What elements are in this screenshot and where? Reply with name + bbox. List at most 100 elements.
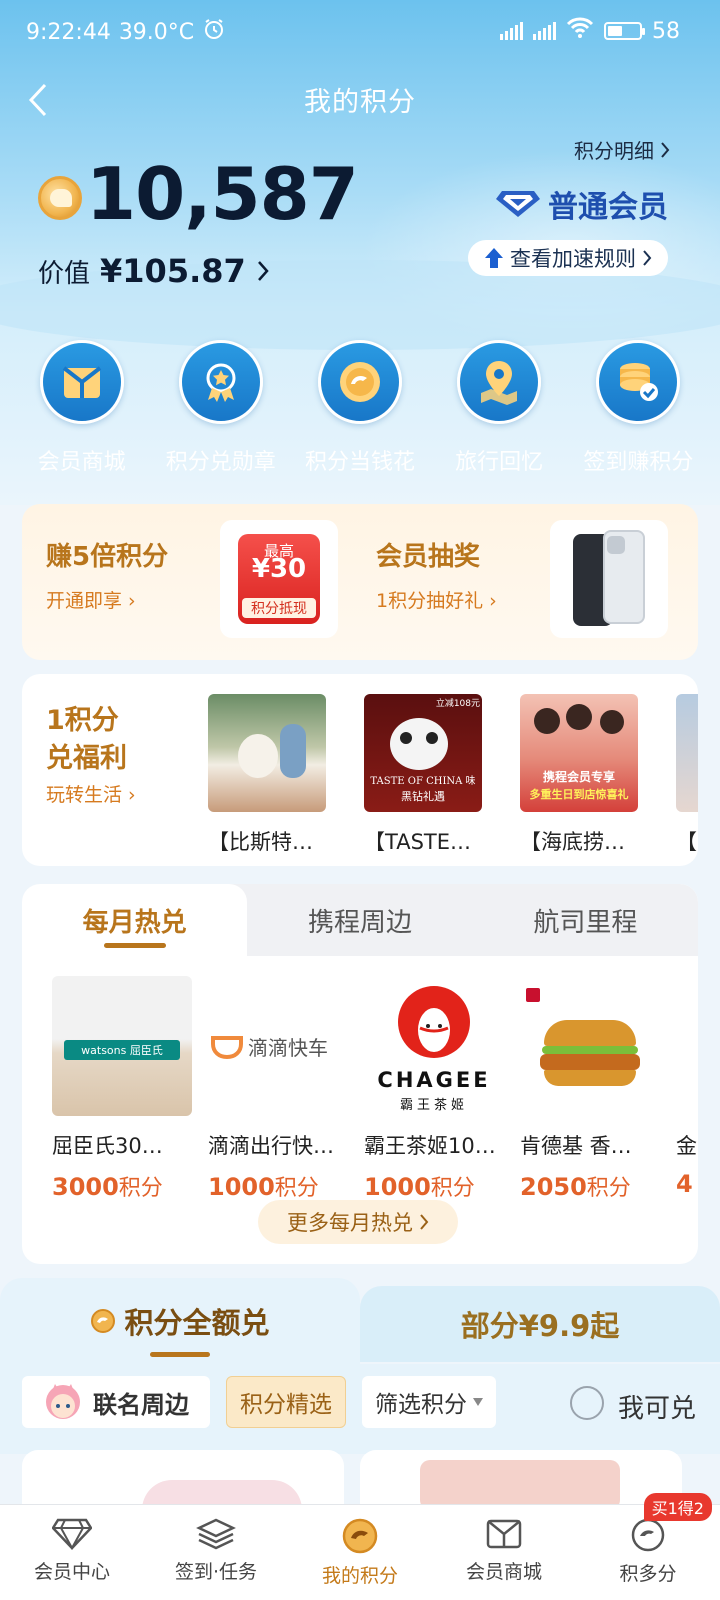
status-time: 9:22:44 — [26, 19, 111, 45]
nav-member-mall[interactable]: 会员商城 — [432, 1505, 576, 1600]
coupon-bottom-text: 积分抵现 — [242, 598, 316, 618]
nav-bar: 我的积分 — [0, 72, 720, 128]
benefit-image-bicester — [208, 694, 326, 812]
hot-item-name: 霸王茶姬10… — [364, 1134, 496, 1158]
map-pin-icon — [457, 340, 542, 424]
phone-prize-image — [550, 520, 668, 638]
hot-item-price: 3000积分 — [52, 1173, 163, 1201]
hot-image-watsons: watsons 屈臣氏 — [52, 976, 192, 1116]
status-right: 58 — [500, 17, 680, 45]
quick-action-mall[interactable]: 会员商城 — [14, 340, 150, 476]
hot-item-name: 肯德基 香… — [520, 1134, 632, 1158]
coin-icon — [91, 1309, 116, 1333]
nav-label: 会员中心 — [33, 1561, 110, 1583]
avatar-icon — [46, 1384, 80, 1419]
benefit-item[interactable]: 【比斯特… — [208, 694, 326, 856]
coin-stack-icon — [596, 340, 681, 424]
bottom-nav: 会员中心 签到·任务 我的积分 会员商城 买1得2 积多分 — [0, 1493, 720, 1600]
redeemable-toggle[interactable] — [570, 1386, 604, 1420]
taste-sub: 黑钻礼遇 — [401, 790, 445, 803]
benefit-item[interactable]: 携程会员专享 多重生日到店惊喜礼 【海底捞… — [520, 694, 638, 856]
points-worth-link[interactable]: 价值 ¥105.87 — [38, 252, 270, 290]
nav-signin-tasks[interactable]: 签到·任务 — [144, 1505, 288, 1600]
nav-earn-more[interactable]: 买1得2 积多分 — [576, 1493, 720, 1600]
quick-action-label: 积分当钱花 — [304, 450, 415, 475]
nav-label: 签到·任务 — [174, 1561, 258, 1583]
points-coin-icon — [38, 176, 82, 220]
benefit-name: 【 — [676, 830, 697, 854]
status-temp: 39.0°C — [118, 19, 195, 45]
quick-action-medal[interactable]: 积分兑勋章 — [153, 340, 289, 476]
hot-item[interactable]: CHAGEE 霸王茶姬 霸王茶姬10… 1000积分 — [364, 976, 504, 1202]
points-coin-icon — [342, 1518, 378, 1554]
arrow-up-icon — [485, 248, 503, 268]
hot-item-name: 屈臣氏30… — [52, 1134, 163, 1158]
nav-label: 会员商城 — [465, 1561, 542, 1583]
benefit-name: 【海底捞… — [520, 830, 625, 854]
benefit-link[interactable]: 玩转生活 › — [46, 780, 136, 807]
hot-image-didi: 滴滴快车 — [208, 976, 348, 1116]
wifi-icon — [566, 17, 594, 45]
promo-earn-5x[interactable]: 赚5倍积分 开通即享 › 最高 ¥30 积分抵现 — [22, 504, 352, 660]
promo-earn-title: 赚5倍积分 — [46, 542, 169, 572]
hot-item-price: 2050积分 — [520, 1173, 631, 1201]
filter-chip-collab[interactable]: 联名周边 — [22, 1376, 210, 1428]
tab-airline-miles[interactable]: 航司里程 — [473, 884, 698, 956]
points-worth-label: 价值 — [38, 258, 91, 289]
member-level-badge[interactable]: 普通会员 — [496, 182, 668, 226]
hot-item[interactable]: 滴滴快车 滴滴出行快… 1000积分 — [208, 976, 348, 1202]
hot-image-kfc — [520, 976, 660, 1116]
speed-rule-label: 查看加速规则 — [510, 247, 636, 271]
filter-chip-featured[interactable]: 积分精选 — [226, 1376, 346, 1428]
quick-action-travel[interactable]: 旅行回忆 — [431, 340, 567, 476]
promo-earn-sub: 开通即享 › — [46, 590, 136, 612]
quick-action-signin[interactable]: 签到赚积分 — [570, 340, 706, 476]
quick-actions: 会员商城 积分兑勋章 积分当钱花 旅行回忆 签到赚积分 — [0, 340, 720, 476]
product-card-peek[interactable] — [22, 1450, 344, 1510]
tab-partial-redeem[interactable]: 部分¥9.9起 — [360, 1286, 720, 1362]
haidilao-line2: 多重生日到店惊喜礼 — [529, 788, 629, 801]
tab-ctrip-merch[interactable]: 携程周边 — [247, 884, 472, 956]
product-card-peek[interactable] — [360, 1450, 682, 1510]
watsons-logo: watsons 屈臣氏 — [64, 1040, 180, 1060]
promo-card: 赚5倍积分 开通即享 › 最高 ¥30 积分抵现 会员抽奖 1积分抽好礼 › — [22, 504, 698, 660]
coupon-icon: 最高 ¥30 积分抵现 — [238, 534, 320, 624]
hot-list: watsons 屈臣氏 屈臣氏30… 3000积分 滴滴快车 滴滴出行快… 10… — [52, 976, 698, 1202]
hot-item-price: 1000积分 — [208, 1173, 319, 1201]
quick-action-coin[interactable]: 积分当钱花 — [292, 340, 428, 476]
mall-icon — [486, 1519, 522, 1549]
hot-image-5 — [676, 976, 698, 1116]
chagee-logo-text: CHAGEE — [377, 1068, 491, 1092]
mall-icon — [39, 340, 124, 424]
battery-level: 58 — [652, 18, 680, 44]
benefit-item[interactable]: 立减108元 TASTE OF CHINA 味 黑钻礼遇 【TASTE… — [364, 694, 482, 856]
tab-underline — [150, 1352, 210, 1357]
hot-tabs: 每月热兑 携程周边 航司里程 — [22, 884, 698, 956]
didi-logo-text: 滴滴快车 — [248, 1036, 328, 1060]
coupon-amount: ¥30 — [251, 554, 307, 584]
hot-item[interactable]: 金 4 — [676, 976, 698, 1202]
nav-my-points[interactable]: 我的积分 — [288, 1505, 432, 1600]
alarm-icon — [202, 17, 226, 47]
filter-dropdown-points[interactable]: 筛选积分 — [362, 1376, 496, 1428]
speed-rule-button[interactable]: 查看加速规则 — [468, 240, 668, 276]
more-monthly-hot-button[interactable]: 更多每月热兑 — [258, 1200, 458, 1244]
hot-item[interactable]: 肯德基 香… 2050积分 — [520, 976, 660, 1202]
didi-logo-icon — [211, 1035, 243, 1059]
benefit-image-haidilao: 携程会员专享 多重生日到店惊喜礼 — [520, 694, 638, 812]
kfc-logo-icon — [526, 988, 540, 1002]
hot-item[interactable]: watsons 屈臣氏 屈臣氏30… 3000积分 — [52, 976, 192, 1202]
tab-monthly-hot[interactable]: 每月热兑 — [22, 884, 248, 956]
chagee-logo-sub: 霸王茶姬 — [399, 1098, 468, 1113]
hot-item-name: 滴滴出行快… — [208, 1134, 334, 1158]
benefit-item[interactable]: 【 — [676, 694, 698, 856]
status-left: 9:22:44 39.0°C — [26, 17, 226, 47]
nav-member-center[interactable]: 会员中心 — [0, 1505, 144, 1600]
quick-action-label: 积分兑勋章 — [165, 450, 276, 475]
chevron-right-icon — [661, 141, 670, 158]
points-detail-link[interactable]: 积分明细 — [574, 135, 670, 164]
coin-icon — [631, 1518, 665, 1552]
diamond-icon — [52, 1518, 92, 1551]
caret-down-icon — [473, 1398, 483, 1406]
nav-badge: 买1得2 — [643, 1493, 712, 1521]
